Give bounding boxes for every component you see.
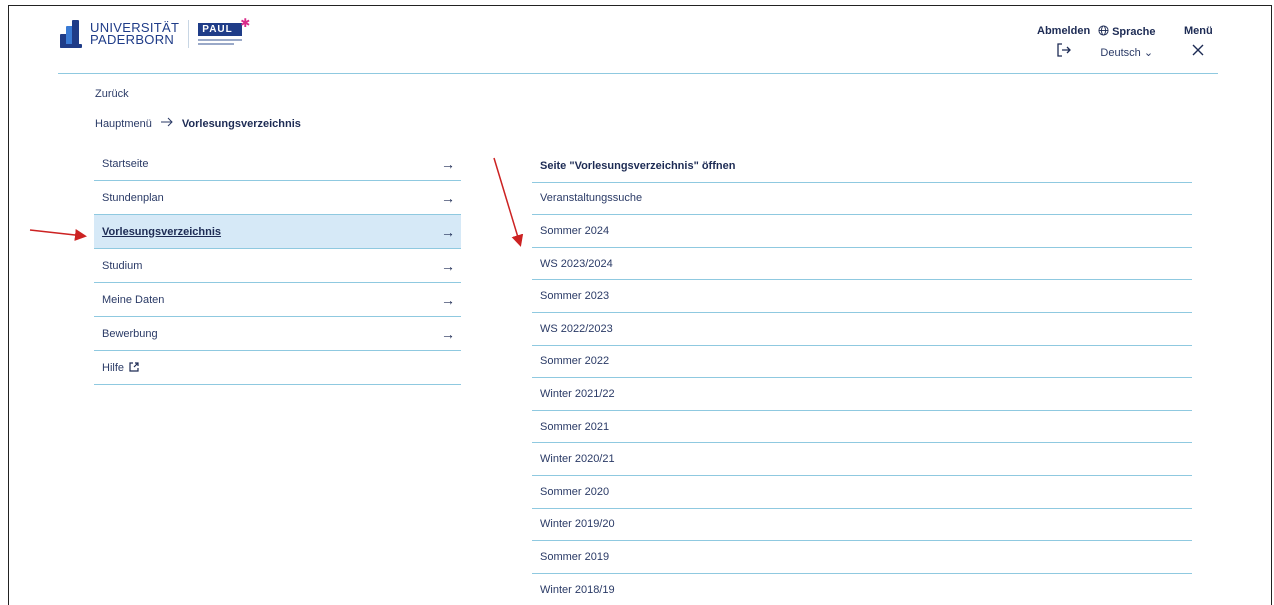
- hilfe-label: Hilfe: [102, 361, 125, 374]
- menu-item-label: Studium: [102, 259, 143, 272]
- submenu-item[interactable]: Sommer 2020: [532, 476, 1192, 509]
- submenu-list: Seite "Vorlesungsverzeichnis" öffnen Ver…: [532, 150, 1192, 605]
- university-name-line2: PADERBORN: [90, 32, 175, 47]
- university-logo-icon: [60, 20, 84, 48]
- submenu-item[interactable]: WS 2022/2023: [532, 313, 1192, 346]
- paul-logo-text: PAUL: [202, 24, 233, 35]
- submenu-item[interactable]: Sommer 2019: [532, 541, 1192, 574]
- arrow-right-icon: [160, 117, 173, 130]
- breadcrumb: Hauptmenü Vorlesungsverzeichnis: [95, 117, 301, 130]
- menu-item-stundenplan[interactable]: Stundenplan →: [94, 181, 461, 215]
- menu-item-meine-daten[interactable]: Meine Daten →: [94, 283, 461, 317]
- language-label: Sprache: [1112, 26, 1156, 38]
- submenu-item[interactable]: Veranstaltungssuche: [532, 183, 1192, 216]
- menu-button[interactable]: Menü: [1184, 25, 1213, 59]
- submenu-item[interactable]: Sommer 2022: [532, 346, 1192, 379]
- breadcrumb-home[interactable]: Hauptmenü: [95, 118, 152, 130]
- back-link[interactable]: Zurück: [95, 88, 129, 100]
- arrow-right-icon: →: [441, 155, 455, 172]
- menu-item-startseite[interactable]: Startseite →: [94, 147, 461, 181]
- submenu-item[interactable]: Sommer 2021: [532, 411, 1192, 444]
- menu-item-label: Stundenplan: [102, 191, 164, 204]
- open-page-link[interactable]: Seite "Vorlesungsverzeichnis" öffnen: [532, 150, 1192, 183]
- logout-label: Abmelden: [1037, 25, 1091, 37]
- arrow-right-icon: →: [441, 291, 455, 308]
- logo-divider: [188, 20, 190, 48]
- submenu-item[interactable]: Sommer 2024: [532, 215, 1192, 248]
- logout-button[interactable]: Abmelden: [1037, 25, 1090, 60]
- university-name: UNIVERSITÄT PADERBORN: [90, 21, 179, 47]
- submenu-item[interactable]: Winter 2019/20: [532, 509, 1192, 542]
- menu-label: Menü: [1184, 25, 1213, 37]
- menu-item-studium[interactable]: Studium →: [94, 249, 461, 283]
- arrow-right-icon: →: [441, 257, 455, 274]
- menu-item-vorlesungsverzeichnis[interactable]: Vorlesungsverzeichnis →: [94, 215, 461, 249]
- close-icon[interactable]: [1184, 43, 1213, 59]
- submenu-item[interactable]: Winter 2021/22: [532, 378, 1192, 411]
- language-dropdown[interactable]: Deutsch ⌄: [1098, 46, 1155, 59]
- language-selector[interactable]: Sprache Deutsch ⌄: [1098, 25, 1155, 59]
- university-logo[interactable]: UNIVERSITÄT PADERBORN PAUL ✱: [60, 16, 250, 48]
- submenu-item[interactable]: Winter 2020/21: [532, 443, 1192, 476]
- language-value: Deutsch: [1100, 47, 1141, 59]
- paul-logo: PAUL ✱: [198, 16, 250, 45]
- menu-item-label: Meine Daten: [102, 293, 165, 306]
- arrow-right-icon: →: [441, 223, 455, 240]
- submenu-item[interactable]: WS 2023/2024: [532, 248, 1192, 281]
- submenu-item[interactable]: Winter 2018/19: [532, 574, 1192, 605]
- arrow-right-icon: →: [441, 325, 455, 342]
- globe-icon: [1098, 25, 1112, 38]
- menu-item-label: Hilfe: [102, 362, 139, 374]
- menu-item-label: Startseite: [102, 157, 149, 170]
- star-icon: ✱: [240, 16, 252, 30]
- page-header: UNIVERSITÄT PADERBORN PAUL ✱ Abmelden Spr…: [58, 16, 1218, 74]
- main-menu: Startseite → Stundenplan → Vorlesungsver…: [94, 147, 461, 385]
- logout-icon: [1037, 43, 1090, 60]
- menu-item-hilfe[interactable]: Hilfe: [94, 351, 461, 385]
- arrow-right-icon: →: [441, 189, 455, 206]
- menu-item-label: Vorlesungsverzeichnis: [102, 225, 222, 238]
- breadcrumb-current: Vorlesungsverzeichnis: [181, 117, 301, 130]
- menu-item-bewerbung[interactable]: Bewerbung →: [94, 317, 461, 351]
- menu-item-label: Bewerbung: [102, 327, 158, 340]
- chevron-down-icon: ⌄: [1143, 47, 1154, 59]
- external-link-icon: [126, 361, 139, 374]
- submenu-item[interactable]: Sommer 2023: [532, 280, 1192, 313]
